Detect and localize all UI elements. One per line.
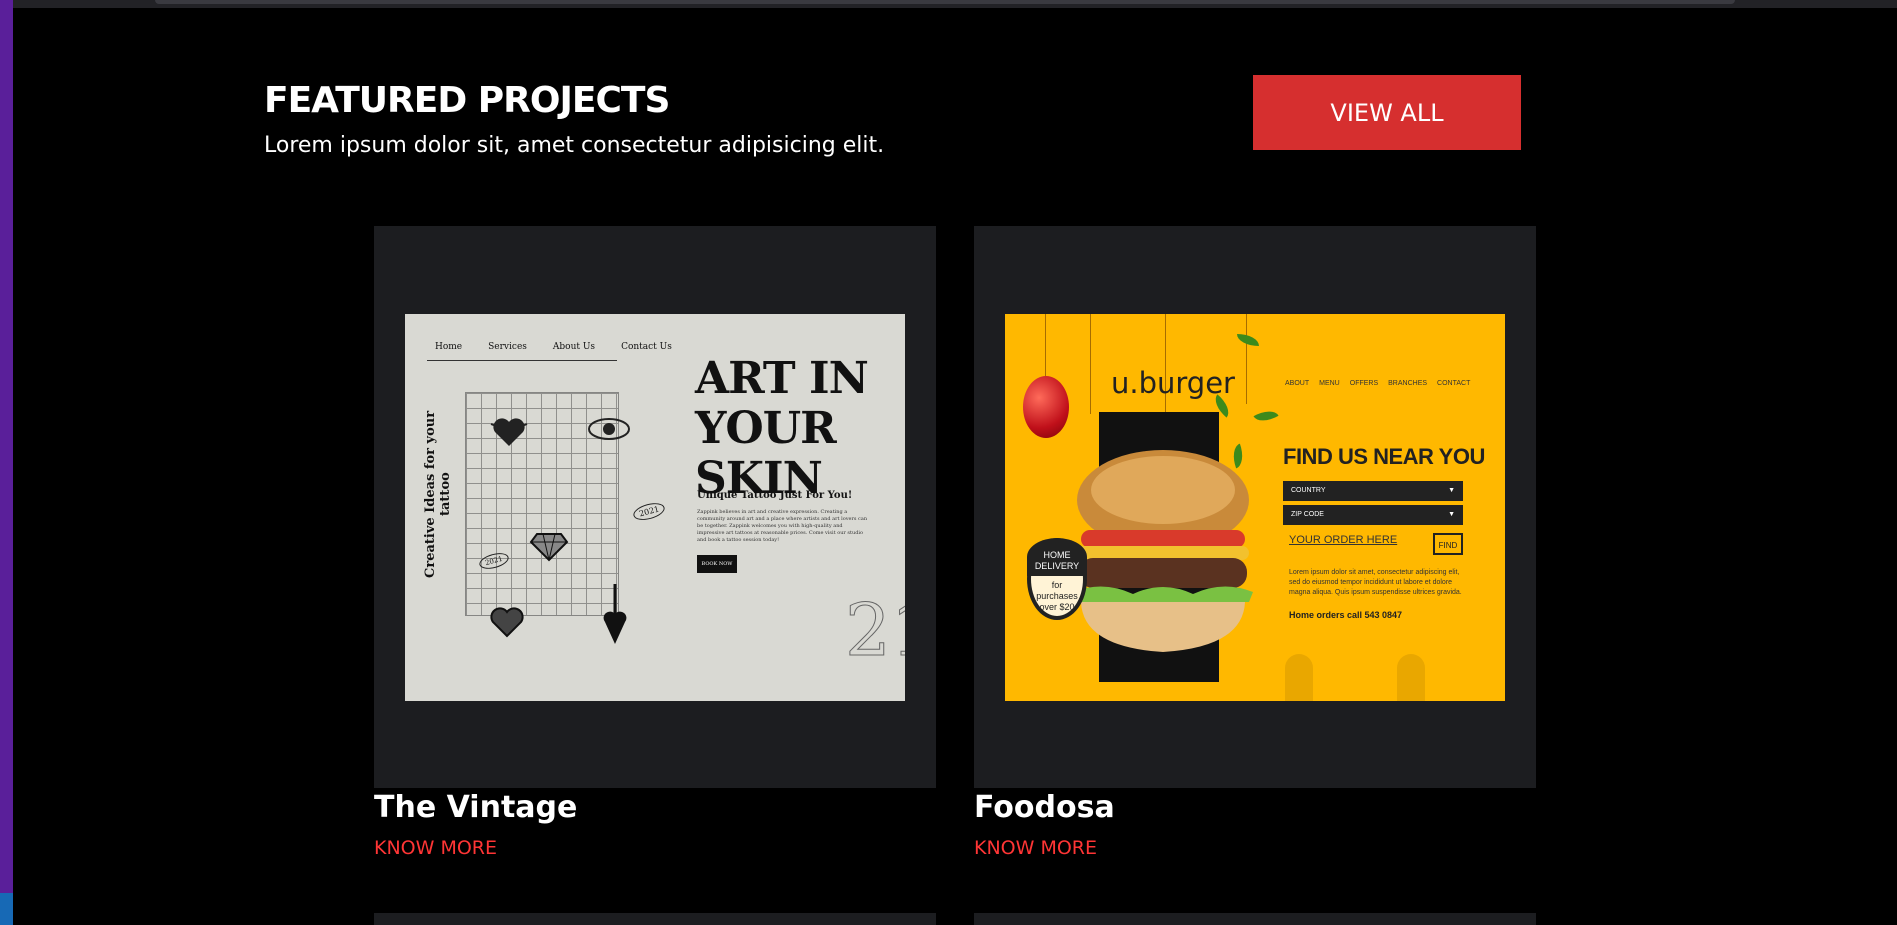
preview-body-text: Lorem ipsum dolor sit amet, consectetur …	[1289, 569, 1462, 596]
section-subtitle: Lorem ipsum dolor sit, amet consectetur …	[264, 133, 885, 158]
preview-nav: ABOUT MENU OFFERS BRANCHES CONTACT	[1285, 380, 1470, 387]
project-card-vintage[interactable]: Home Services About Us Contact Us Creati…	[374, 226, 936, 788]
know-more-link-foodosa[interactable]: KNOW MORE	[974, 837, 1097, 859]
project-title-foodosa: Foodosa	[974, 790, 1115, 825]
project-preview-foodosa: u.burger ABOUT MENU OFFERS BRANCHES CONT…	[1005, 314, 1505, 701]
left-window-edge	[0, 0, 13, 925]
decor-pill	[1397, 654, 1425, 701]
dagger-heart-icon	[603, 584, 627, 644]
preview-year-badge: 2021	[631, 500, 667, 523]
project-card-next[interactable]	[374, 913, 936, 925]
know-more-link-vintage[interactable]: KNOW MORE	[374, 837, 497, 859]
burger-image	[1073, 450, 1253, 652]
view-all-button[interactable]: VIEW ALL	[1253, 75, 1521, 150]
basil-leaf-icon	[1253, 405, 1279, 427]
taskbar-edge	[0, 893, 13, 925]
diamond-icon	[529, 533, 569, 562]
preview-vertical-text: Creative Ideas for your tattoo	[423, 410, 453, 578]
preview-divider	[427, 360, 617, 361]
preview-heading: FIND US NEAR YOU	[1283, 444, 1485, 469]
preview-call-text: Home orders call 543 0847	[1289, 610, 1403, 620]
preview-body-text: Zappink believes in art and creative exp…	[697, 509, 868, 543]
delivery-badge: HOME DELIVERY for purchases over $20	[1027, 538, 1087, 620]
preview-heading-line1: ART IN	[695, 353, 869, 404]
browser-top-bar	[0, 0, 1897, 8]
preview-nav-item: CONTACT	[1437, 380, 1471, 387]
chevron-down-icon: ▼	[1448, 487, 1455, 494]
order-field: YOUR ORDER HERE	[1289, 534, 1398, 546]
preview-heading-line2: YOUR SKIN	[695, 403, 837, 504]
preview-book-button: BOOK NOW	[697, 555, 737, 573]
preview-nav-item: Home	[435, 342, 463, 352]
delivery-badge-text: for purchases over $20	[1036, 580, 1078, 612]
heart-icon	[490, 607, 524, 638]
preview-nav-item: MENU	[1319, 380, 1340, 387]
project-title-vintage: The Vintage	[374, 790, 578, 825]
preview-hanging-line	[1090, 314, 1091, 414]
delivery-badge-title: HOME DELIVERY	[1027, 538, 1087, 576]
zip-select: ZIP CODE ▼	[1283, 505, 1463, 525]
winged-heart-icon	[490, 418, 528, 446]
country-select: COUNTRY ▼	[1283, 481, 1463, 501]
zip-select-label: ZIP CODE	[1291, 511, 1324, 518]
project-card-next[interactable]	[974, 913, 1536, 925]
chevron-down-icon: ▼	[1448, 511, 1455, 518]
tomato-image	[1023, 376, 1069, 438]
preview-nav-item: OFFERS	[1349, 380, 1379, 387]
section-title: FEATURED PROJECTS	[264, 80, 670, 121]
preview-subheading: Unique Tattoo Just For You!	[697, 490, 853, 501]
decor-pill	[1285, 654, 1313, 701]
preview-nav-item: Contact Us	[621, 342, 672, 352]
eye-icon	[588, 418, 630, 440]
preview-nav-item: Services	[488, 342, 527, 352]
project-card-foodosa[interactable]: u.burger ABOUT MENU OFFERS BRANCHES CONT…	[974, 226, 1536, 788]
preview-big-number: 21	[845, 588, 905, 673]
address-bar-edge	[155, 0, 1735, 4]
preview-nav-item: About Us	[552, 342, 596, 352]
preview-nav-item: ABOUT	[1285, 380, 1310, 387]
country-select-label: COUNTRY	[1291, 487, 1326, 494]
preview-heading: ART IN YOUR SKIN	[695, 354, 905, 504]
find-button: FIND	[1433, 533, 1463, 555]
project-preview-vintage: Home Services About Us Contact Us Creati…	[405, 314, 905, 701]
preview-nav: Home Services About Us Contact Us	[435, 342, 672, 352]
preview-nav-item: BRANCHES	[1388, 380, 1428, 387]
